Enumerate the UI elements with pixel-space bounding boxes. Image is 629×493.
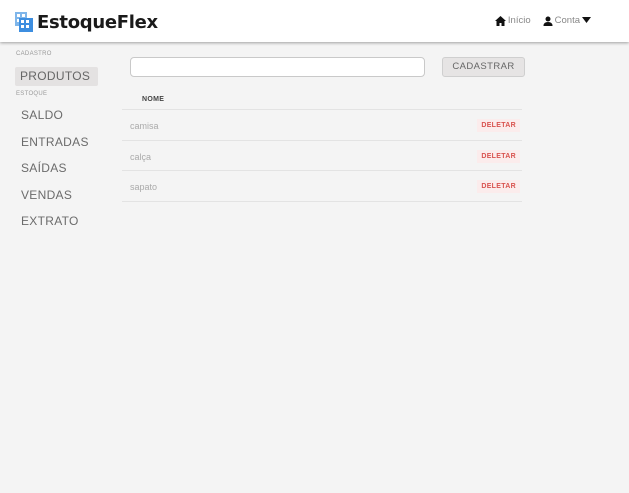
section-label-estoque: ESTOQUE	[16, 91, 48, 97]
table-header-nome: NOME	[122, 96, 522, 110]
products-table: NOME camisa DELETAR calça DELETAR sapato…	[122, 96, 522, 202]
home-link[interactable]: Início	[494, 15, 531, 26]
product-name: camisa	[130, 121, 159, 131]
sidebar-item-vendas[interactable]: VENDAS	[21, 188, 72, 202]
sidebar-item-extrato[interactable]: EXTRATO	[21, 214, 79, 228]
user-icon	[543, 16, 553, 26]
sidebar-item-saldo[interactable]: SALDO	[21, 108, 63, 122]
top-nav: Início Conta	[483, 15, 593, 26]
account-label: Conta	[554, 15, 580, 26]
warehouse-logo-icon	[15, 12, 33, 32]
brand[interactable]: EstoqueFlex	[13, 10, 158, 34]
sidebar-item-saidas[interactable]: SAÍDAS	[21, 161, 67, 175]
top-bar: EstoqueFlex Início Conta	[0, 0, 629, 42]
sidebar-item-entradas[interactable]: ENTRADAS	[21, 135, 89, 149]
home-label: Início	[507, 15, 531, 26]
table-row: calça DELETAR	[122, 141, 522, 171]
main-area: CADASTRO PRODUTOS ESTOQUE SALDO ENTRADAS…	[0, 42, 629, 493]
sidebar: CADASTRO PRODUTOS ESTOQUE SALDO ENTRADAS…	[0, 42, 110, 493]
sidebar-item-produtos[interactable]: PRODUTOS	[15, 67, 98, 86]
table-row: sapato DELETAR	[122, 171, 522, 202]
delete-button[interactable]: DELETAR	[477, 149, 520, 163]
section-label-cadastro: CADASTRO	[16, 51, 52, 57]
product-name: sapato	[130, 182, 158, 192]
table-row: camisa DELETAR	[122, 110, 522, 141]
delete-button[interactable]: DELETAR	[477, 180, 520, 193]
delete-button[interactable]: DELETAR	[477, 119, 520, 132]
account-menu[interactable]: Conta	[543, 15, 593, 26]
product-name: calça	[130, 151, 152, 162]
product-name-input[interactable]	[130, 57, 425, 77]
home-icon	[494, 15, 506, 26]
cadastrar-button[interactable]: CADASTRAR	[442, 57, 525, 77]
caret-down-icon	[582, 17, 591, 23]
brand-name: EstoqueFlex	[37, 11, 158, 33]
